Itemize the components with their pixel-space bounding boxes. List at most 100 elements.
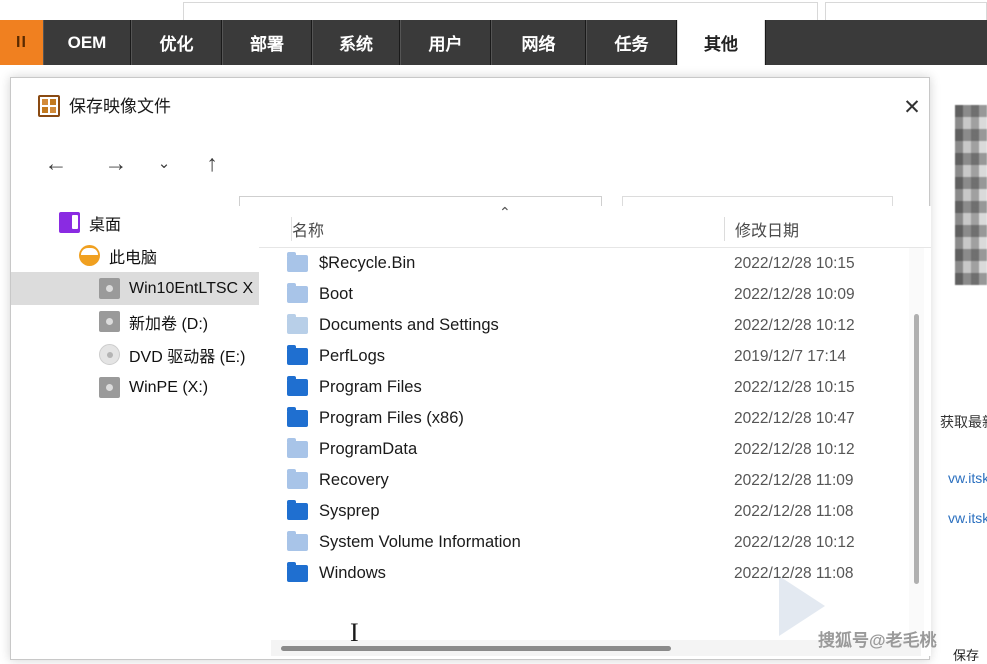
file-date-cell: 2019/12/7 17:14	[734, 347, 847, 365]
file-name-cell: ProgramData	[319, 440, 418, 458]
file-date-cell: 2022/12/28 10:12	[734, 533, 855, 551]
table-row[interactable]: Program Files (x86) 2022/12/28 10:47	[259, 403, 931, 434]
dialog-title: 保存映像文件	[69, 97, 171, 116]
tree-item[interactable]: Win10EntLTSC X	[11, 272, 259, 305]
tab-user[interactable]: 用户	[400, 20, 491, 65]
tree-item-label: Win10EntLTSC X	[129, 279, 254, 297]
file-name-cell: PerfLogs	[319, 347, 386, 365]
folder-icon	[287, 562, 308, 582]
table-row[interactable]: ProgramData 2022/12/28 10:12	[259, 434, 931, 465]
file-name-cell: Documents and Settings	[319, 316, 499, 334]
tree-item-label: 此电脑	[109, 249, 158, 267]
qr-code-image	[955, 105, 987, 285]
tree-item[interactable]: WinPE (X:)	[11, 371, 259, 404]
tab-brand-pause-icon[interactable]: II	[0, 20, 43, 65]
file-date-cell: 2022/12/28 11:08	[734, 564, 854, 582]
file-date-cell: 2022/12/28 10:09	[734, 285, 855, 303]
tab-system[interactable]: 系统	[312, 20, 400, 65]
file-list-pane: 名称 ⌃ 修改日期 $Recycle.Bin 2022/12/28 10:15 Bo…	[259, 204, 931, 656]
file-name-cell: System Volume Information	[319, 533, 521, 551]
file-date-cell: 2022/12/28 10:15	[734, 378, 855, 396]
folder-icon	[287, 314, 308, 334]
tree-item-label: DVD 驱动器 (E:)	[129, 348, 246, 366]
folder-icon	[287, 531, 308, 551]
table-row[interactable]: $Recycle.Bin 2022/12/28 10:15	[259, 248, 931, 279]
tabbar-filler	[765, 20, 987, 65]
background-link-1[interactable]: vw.itsk.	[948, 470, 987, 486]
drive-icon	[99, 278, 120, 299]
filename-row: 文件名(N):	[11, 656, 931, 664]
app-tabbar: II OEM 优化 部署 系统 用户 网络 任务 其他	[0, 20, 987, 65]
table-row[interactable]: Program Files 2022/12/28 10:15	[259, 372, 931, 403]
tree-item[interactable]: DVD 驱动器 (E:)	[11, 338, 259, 371]
back-arrow-icon[interactable]: ←	[35, 142, 77, 184]
folder-icon	[287, 438, 308, 458]
table-row[interactable]: PerfLogs 2019/12/7 17:14	[259, 341, 931, 372]
column-header-row: 名称 ⌃ 修改日期	[259, 204, 931, 248]
horizontal-scrollbar-thumb[interactable]	[281, 646, 671, 651]
tree-item-label: 新加卷 (D:)	[129, 315, 209, 333]
column-header-date-modified[interactable]: 修改日期	[724, 217, 799, 241]
file-name-cell: Program Files	[319, 378, 422, 396]
tree-item[interactable]: 新加卷 (D:)	[11, 305, 259, 338]
column-header-name[interactable]: 名称	[291, 217, 324, 241]
file-rows-container: $Recycle.Bin 2022/12/28 10:15 Boot 2022/12/…	[259, 248, 931, 634]
tree-item-label: 桌面	[89, 216, 122, 234]
dvd-icon	[99, 344, 120, 365]
table-row[interactable]: System Volume Information 2022/12/28 10:1…	[259, 527, 931, 558]
file-date-cell: 2022/12/28 10:12	[734, 316, 855, 334]
table-row[interactable]: Recovery 2022/12/28 11:09	[259, 465, 931, 496]
tab-deploy[interactable]: 部署	[222, 20, 312, 65]
screen: II OEM 优化 部署 系统 用户 网络 任务 其他 获取最新 vw.itsk…	[0, 0, 987, 664]
drive-icon	[99, 377, 120, 398]
file-date-cell: 2022/12/28 11:09	[734, 471, 854, 489]
table-row[interactable]: Documents and Settings 2022/12/28 10:12	[259, 310, 931, 341]
up-arrow-icon[interactable]: ↑	[191, 142, 233, 184]
file-name-cell: $Recycle.Bin	[319, 254, 416, 272]
dialog-titlebar: 保存映像文件 ✕	[11, 78, 929, 132]
file-name-cell: Sysprep	[319, 502, 380, 520]
close-icon[interactable]: ✕	[889, 90, 935, 124]
background-link-2[interactable]: vw.itsk.	[948, 510, 987, 526]
vertical-scrollbar-thumb[interactable]	[914, 314, 919, 584]
this-pc-icon	[79, 245, 100, 266]
file-date-cell: 2022/12/28 11:08	[734, 502, 854, 520]
forward-arrow-icon[interactable]: →	[95, 142, 137, 184]
table-row[interactable]: Sysprep 2022/12/28 11:08	[259, 496, 931, 527]
recent-locations-chevron-down-icon[interactable]: ⌄	[143, 142, 185, 184]
mouse-ibeam-cursor-icon: I	[350, 618, 359, 647]
folder-icon	[287, 500, 308, 520]
file-name-cell: Boot	[319, 285, 353, 303]
background-save-button[interactable]: 保存	[953, 645, 979, 664]
tab-task[interactable]: 任务	[586, 20, 677, 65]
sort-ascending-caret-icon: ⌃	[499, 204, 511, 220]
folder-icon	[287, 283, 308, 303]
save-image-file-dialog: 保存映像文件 ✕ ← → ⌄ ↑ › 此... › Wi... › ⌄ ⟳ 桌面	[10, 77, 931, 660]
folder-icon	[287, 345, 308, 365]
table-row[interactable]: Boot 2022/12/28 10:09	[259, 279, 931, 310]
tab-oem[interactable]: OEM	[43, 20, 131, 65]
tree-item-label: WinPE (X:)	[129, 378, 209, 396]
navigation-row: ← → ⌄ ↑ › 此... › Wi... › ⌄ ⟳	[11, 132, 931, 240]
tab-other[interactable]: 其他	[677, 20, 765, 65]
file-date-cell: 2022/12/28 10:47	[734, 409, 855, 427]
folder-icon	[287, 252, 308, 272]
folder-icon	[287, 469, 308, 489]
navigation-tree: 桌面 此电脑 Win10EntLTSC X 新加卷 (D:) DVD 驱动器 (E:) …	[11, 206, 259, 656]
drive-icon	[99, 311, 120, 332]
table-row[interactable]: Windows 2022/12/28 11:08	[259, 558, 931, 589]
app-grid-icon	[38, 95, 60, 117]
file-name-cell: Windows	[319, 564, 386, 582]
tree-item[interactable]: 桌面	[11, 206, 259, 239]
tree-item[interactable]: 此电脑	[11, 239, 259, 272]
tab-optimize[interactable]: 优化	[131, 20, 222, 65]
tab-network[interactable]: 网络	[491, 20, 586, 65]
folder-icon	[287, 407, 308, 427]
file-name-cell: Recovery	[319, 471, 389, 489]
file-date-cell: 2022/12/28 10:12	[734, 440, 855, 458]
desktop-icon	[59, 212, 80, 233]
folder-icon	[287, 376, 308, 396]
background-latest-text: 获取最新	[940, 414, 987, 430]
file-name-cell: Program Files (x86)	[319, 409, 464, 427]
file-date-cell: 2022/12/28 10:15	[734, 254, 855, 272]
